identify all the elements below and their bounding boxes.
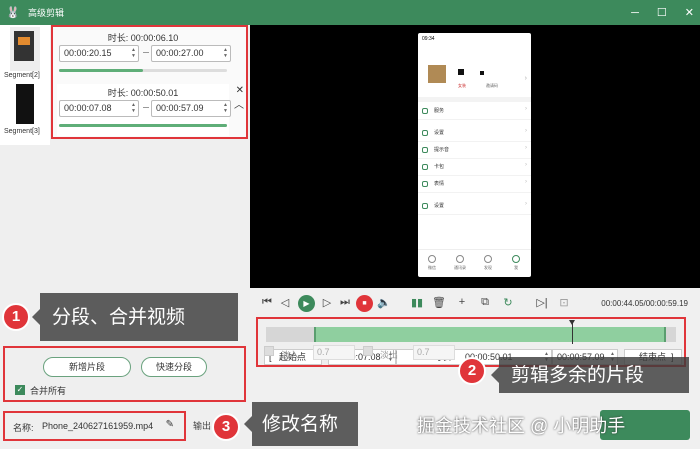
playhead[interactable]: [569, 320, 575, 344]
chevron-up-icon[interactable]: ︿: [234, 96, 244, 111]
segment-item: 时长: 00:00:06.10 00:00:20.15 ▲ ▼ 00:00:27.0…: [57, 29, 231, 81]
merge-all-label: 合并所有: [30, 386, 67, 396]
window-title: 高级剪辑: [28, 8, 65, 18]
playback-controls: ⏮ ◁ ▶ ▷ ⏭ ■ 🔈 ▮▮ 🗑 + ⧉ ↻ ▷| ⊡ 00:00:44.0…: [250, 293, 700, 315]
pencil-icon[interactable]: ✎: [166, 419, 174, 430]
avatar: [428, 65, 446, 83]
segment-label: Segment[3]: [4, 128, 40, 135]
segment-bar: [59, 124, 227, 127]
list-item: 表情 ›: [418, 176, 531, 193]
skip-end-icon[interactable]: ⏭: [338, 296, 352, 309]
quick-split-button[interactable]: 快速分段: [141, 357, 207, 377]
phone-nav: 微信 通讯录 发现 我: [418, 249, 531, 277]
segment-end-input[interactable]: 00:00:27.00 ▲ ▼: [151, 45, 231, 62]
segment-start-input[interactable]: 00:00:20.15 ▲ ▼: [59, 45, 139, 62]
merge-all-checkbox[interactable]: ✓: [15, 385, 25, 395]
step-back-icon[interactable]: ◁: [278, 296, 292, 309]
frame-icon[interactable]: ▷|: [535, 296, 549, 309]
annotation-callout: 分段、合并视频: [32, 293, 238, 341]
segment-item: 时长: 00:00:50.01 00:00:07.08 ▲ ▼ 00:00:57.0…: [57, 84, 231, 136]
time-readout: 00:00:44.05/00:00:59.19: [601, 299, 688, 308]
segment-label: Segment[2]: [4, 72, 40, 79]
name-input[interactable]: Phone_240627161959.mp4: [42, 421, 153, 431]
new-segment-button[interactable]: 新增片段: [43, 357, 131, 377]
list-item: 设置 ›: [418, 198, 531, 215]
phone-screen: 09:34 女装 邀请码 › 服务 › 设置 › 提示音 › 卡包 › 表情 › 设置 › …: [418, 33, 531, 277]
segment-actions: 新增片段 快速分段 ✓ 合并所有: [3, 346, 246, 402]
skip-start-icon[interactable]: ⏮: [260, 296, 274, 309]
segment-start-input[interactable]: 00:00:07.08 ▲ ▼: [59, 100, 139, 117]
split-icon[interactable]: ▮▮: [410, 296, 424, 309]
annotation-badge: 3: [212, 413, 240, 441]
maximize-icon[interactable]: ☐: [657, 6, 667, 19]
copy-icon[interactable]: ⧉: [478, 296, 492, 309]
video-preview[interactable]: 09:34 女装 邀请码 › 服务 › 设置 › 提示音 › 卡包 › 表情 › 设置 › …: [250, 25, 700, 288]
segment-thumbnail[interactable]: [10, 82, 40, 126]
annotation-badge: 2: [458, 357, 486, 385]
fade-in-label: 淡入: [281, 350, 300, 360]
fade-in-checkbox[interactable]: [264, 346, 274, 356]
fade-in-input[interactable]: 0.7: [313, 345, 355, 360]
selected-range[interactable]: [314, 327, 666, 342]
segment-duration: 时长: 00:00:06.10: [107, 33, 179, 43]
watermark: 掘金技术社区 @ 小明助手: [417, 416, 626, 436]
volume-icon[interactable]: 🔈: [377, 296, 391, 309]
segment-end-input[interactable]: 00:00:57.09 ▲ ▼: [151, 100, 231, 117]
segment-bar: [59, 69, 227, 72]
annotation-badge: 1: [2, 303, 30, 331]
refresh-icon[interactable]: ↻: [501, 296, 515, 309]
annotation-callout: 剪辑多余的片段: [491, 357, 689, 393]
name-field: 名称: Phone_240627161959.mp4 ✎: [3, 411, 186, 441]
stop-button[interactable]: ■: [356, 295, 373, 312]
fade-out-label: 淡出: [380, 350, 399, 360]
snapshot-icon[interactable]: ⊡: [557, 296, 571, 309]
play-button[interactable]: ▶: [298, 295, 315, 312]
close-icon[interactable]: ✕: [236, 85, 244, 96]
list-item: 服务 ›: [418, 103, 531, 120]
rabbit-logo-icon: 🐰: [6, 7, 20, 19]
step-forward-icon[interactable]: ▷: [320, 296, 334, 309]
title-bar: 🐰 高级剪辑 ─ ☐ ✕: [0, 0, 700, 25]
name-label: 名称:: [13, 423, 34, 433]
annotation-callout: 修改名称: [244, 402, 358, 446]
segment-duration: 时长: 00:00:50.01: [107, 88, 179, 98]
minimize-icon[interactable]: ─: [631, 7, 639, 19]
list-item: 设置 ›: [418, 125, 531, 142]
delete-icon[interactable]: 🗑: [432, 296, 446, 309]
segment-thumbnails: Segment[2] Segment[3]: [0, 25, 50, 145]
list-item: 提示音 ›: [418, 142, 531, 159]
close-icon[interactable]: ✕: [685, 6, 694, 19]
output-label: 输出: [193, 421, 212, 431]
segment-thumbnail[interactable]: [10, 27, 40, 71]
list-item: 卡包 ›: [418, 159, 531, 176]
segment-list: 时长: 00:00:06.10 00:00:20.15 ▲ ▼ 00:00:27.0…: [51, 25, 248, 139]
add-icon[interactable]: +: [455, 296, 469, 308]
fade-out-checkbox[interactable]: [363, 346, 373, 356]
timeline-track[interactable]: [266, 327, 676, 342]
fade-out-input[interactable]: 0.7: [413, 345, 455, 360]
